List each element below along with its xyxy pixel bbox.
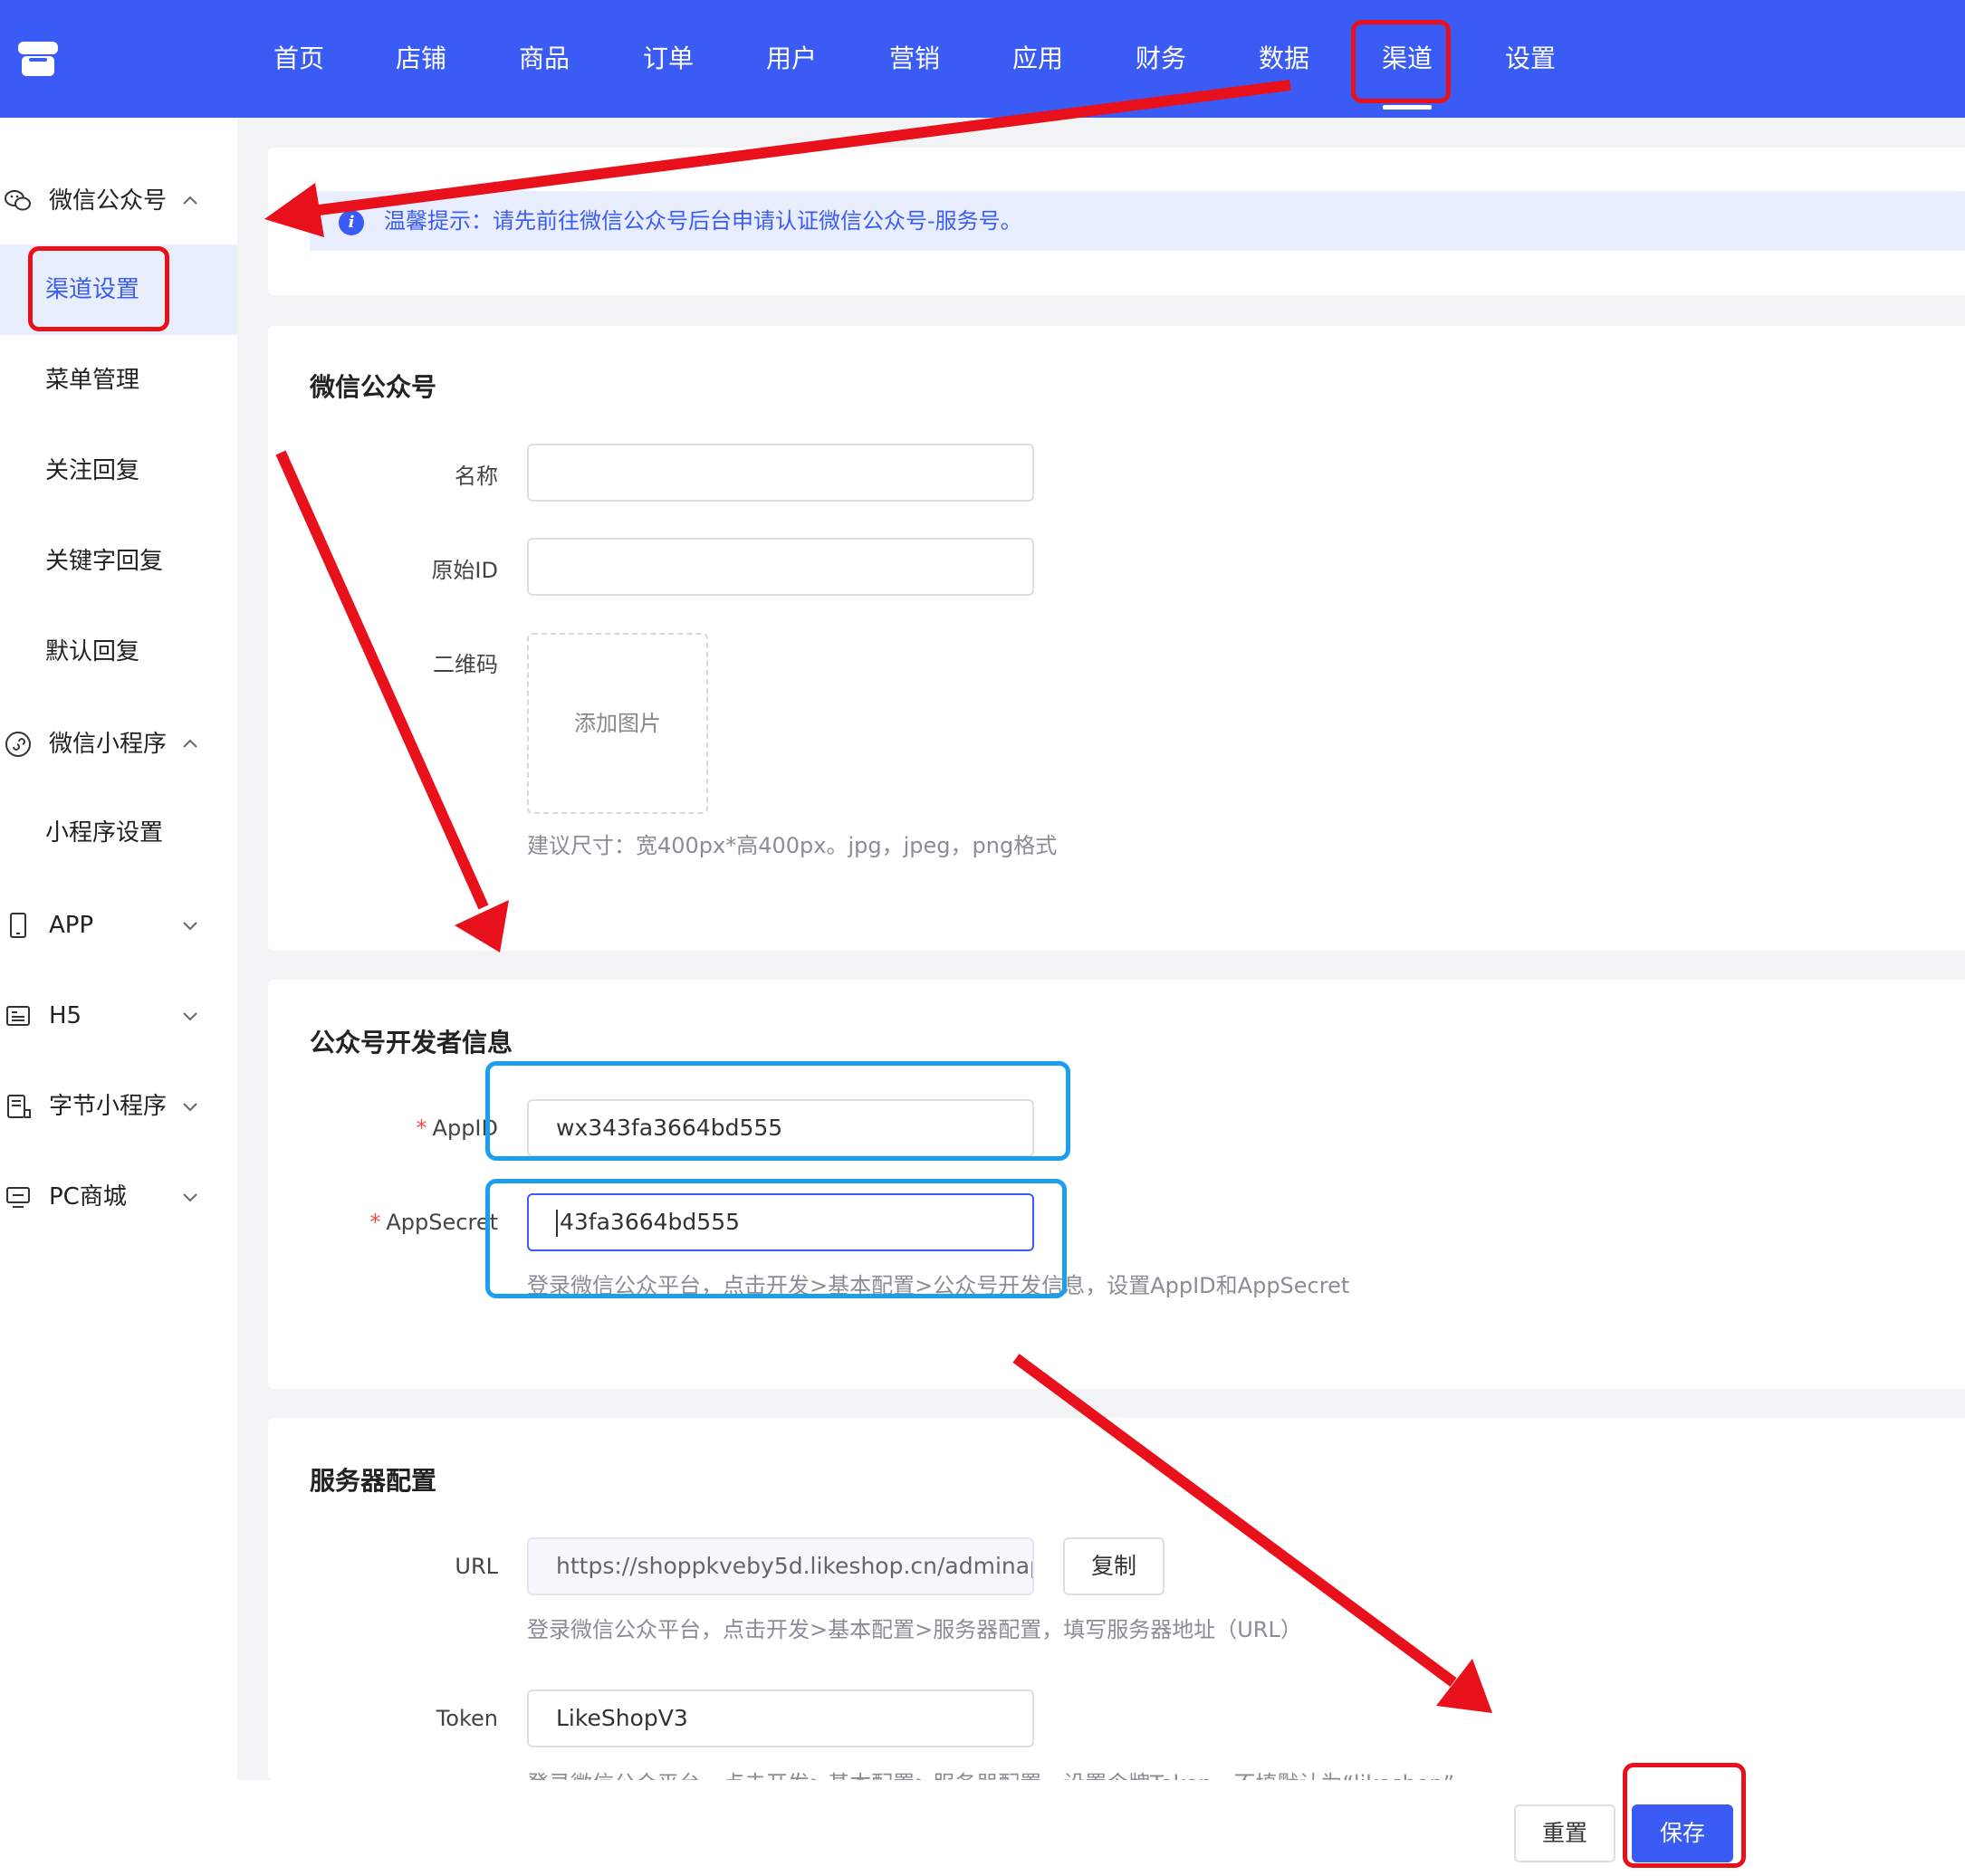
appid-label: * AppID (308, 1115, 498, 1141)
appsecret-label: * AppSecret (308, 1210, 498, 1235)
url-label: URL (455, 1554, 498, 1579)
phone-icon (10, 913, 26, 938)
sidebar-group-wechat-oa[interactable]: 微信公众号 (0, 174, 237, 228)
sidebar-item-default-reply[interactable]: 默认回复 (0, 607, 237, 697)
nav-home[interactable]: 首页 (244, 0, 353, 118)
sidebar-group-label: APP (49, 912, 94, 939)
nav-goods[interactable]: 商品 (490, 0, 599, 118)
sidebar-group-app[interactable]: APP (0, 898, 237, 952)
nav-orders[interactable]: 订单 (614, 0, 723, 118)
qrcode-hint: 建议尺寸：宽400px*高400px。jpg，jpeg，png格式 (527, 833, 1058, 858)
sidebar-item-menu-manage[interactable]: 菜单管理 (0, 335, 237, 426)
nav-finance[interactable]: 财务 (1107, 0, 1215, 118)
token-label: Token (436, 1706, 498, 1731)
mini-program-icon (5, 732, 31, 757)
chevron-up-icon (183, 196, 197, 205)
monitor-icon (6, 1187, 30, 1208)
sidebar-group-label: 字节小程序 (49, 1093, 168, 1120)
sidebar-item-follow-reply[interactable]: 关注回复 (0, 426, 237, 516)
bytedance-icon (7, 1095, 31, 1118)
url-hint: 登录微信公众平台，点击开发>基本配置>服务器配置，填写服务器地址（URL） (527, 1617, 1302, 1642)
required-mark: * (369, 1210, 381, 1235)
sidebar-group-label: H5 (49, 1002, 82, 1029)
sidebar-group-mini-program[interactable]: 微信小程序 (0, 717, 237, 771)
chevron-down-icon (183, 1012, 197, 1021)
qrcode-label: 二维码 (433, 652, 498, 677)
chevron-down-icon (183, 1103, 197, 1112)
name-input[interactable] (527, 444, 1034, 502)
url-input[interactable]: https://shoppkveby5d.likeshop.cn/adminap… (527, 1537, 1034, 1595)
sidebar-group-label: 微信小程序 (49, 731, 168, 758)
section-title: 服务器配置 (310, 1466, 437, 1496)
h5-icon (6, 1006, 30, 1026)
highlight-channel-settings (28, 246, 169, 331)
highlight-appid (485, 1061, 1070, 1161)
sidebar-item-keyword-reply[interactable]: 关键字回复 (0, 516, 237, 607)
sidebar: 微信公众号 渠道设置 菜单管理 关注回复 关键字回复 默认回复 微信小程序 小程… (0, 118, 237, 1780)
qrcode-upload[interactable]: 添加图片 (527, 633, 708, 814)
sidebar-group-bytedance[interactable]: 字节小程序 (0, 1079, 237, 1134)
chevron-down-icon (183, 922, 197, 931)
sidebar-item-mini-program-settings[interactable]: 小程序设置 (0, 788, 237, 878)
nav-store[interactable]: 店铺 (367, 0, 475, 118)
notice-text: 温馨提示：请先前往微信公众号后台申请认证微信公众号-服务号。 (384, 208, 1022, 234)
wechat-icon (5, 190, 31, 211)
section-title: 微信公众号 (310, 372, 437, 402)
section-title: 公众号开发者信息 (310, 1028, 513, 1058)
sidebar-group-label: PC商城 (49, 1183, 127, 1211)
origin-id-label: 原始ID (431, 558, 498, 583)
highlight-appsecret (485, 1179, 1067, 1298)
server-card (268, 1418, 1965, 1780)
nav-settings[interactable]: 设置 (1476, 0, 1585, 118)
nav-data[interactable]: 数据 (1230, 0, 1338, 118)
top-navbar: 首页 店铺 商品 订单 用户 营销 应用 财务 数据 渠道 设置 (0, 0, 1965, 118)
sidebar-group-label: 微信公众号 (49, 187, 168, 215)
sidebar-group-pc[interactable]: PC商城 (0, 1170, 237, 1224)
highlight-nav-channel (1351, 20, 1451, 103)
info-icon: i (339, 210, 364, 235)
highlight-save-button (1623, 1763, 1746, 1868)
token-input[interactable]: LikeShopV3 (527, 1689, 1034, 1747)
notice-alert: i 温馨提示：请先前往微信公众号后台申请认证微信公众号-服务号。 (310, 191, 1965, 251)
nav-marketing[interactable]: 营销 (860, 0, 969, 118)
wechat-basic-card (268, 326, 1965, 951)
store-logo-icon[interactable] (16, 36, 60, 80)
copy-button[interactable]: 复制 (1063, 1537, 1165, 1595)
nav-apps[interactable]: 应用 (983, 0, 1092, 118)
chevron-down-icon (183, 1193, 197, 1202)
reset-button[interactable]: 重置 (1514, 1804, 1615, 1862)
origin-id-input[interactable] (527, 538, 1034, 596)
appsecret-label-text: AppSecret (386, 1210, 498, 1235)
chevron-up-icon (183, 739, 197, 748)
sidebar-group-h5[interactable]: H5 (0, 989, 237, 1043)
name-label: 名称 (455, 464, 498, 489)
nav-active-indicator (1383, 105, 1432, 110)
required-mark: * (416, 1115, 427, 1141)
nav-users[interactable]: 用户 (737, 0, 846, 118)
